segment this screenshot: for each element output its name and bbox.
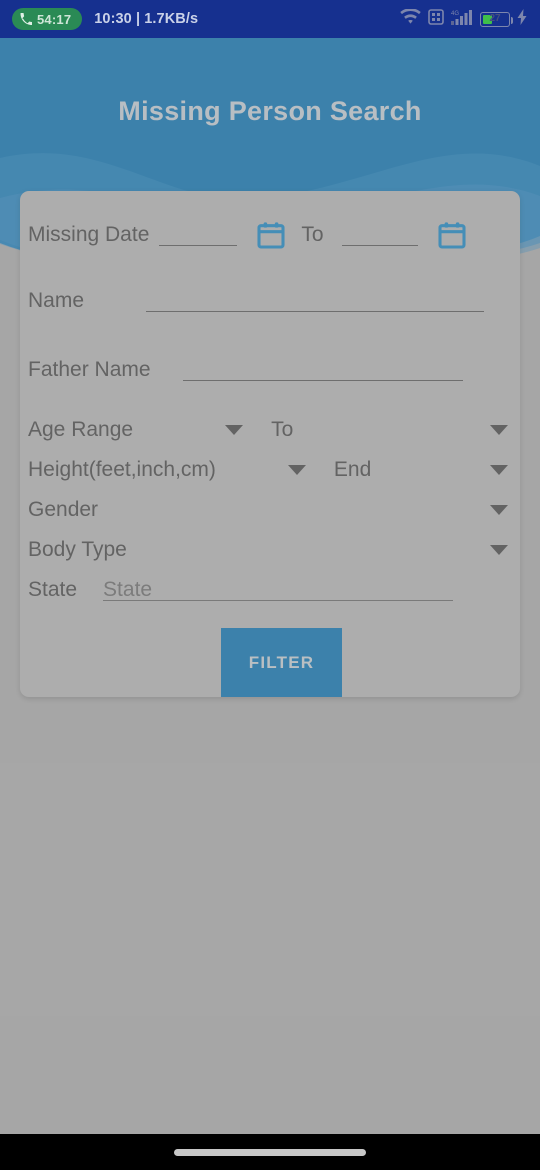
sim-card-icon [428, 8, 444, 30]
name-input[interactable] [146, 290, 485, 312]
status-bar: 54:17 10:30 | 1.7KB/s 4G 27 [0, 0, 540, 38]
chevron-down-icon[interactable] [490, 425, 508, 435]
missing-date-label: Missing Date [28, 223, 150, 246]
search-filter-card: Missing Date To Name Father Name Age Ran… [20, 191, 520, 697]
missing-date-to-input[interactable] [341, 224, 418, 246]
chevron-down-icon[interactable] [490, 465, 508, 475]
wifi-icon [400, 7, 421, 30]
state-input[interactable]: State [103, 577, 454, 601]
name-row: Name [20, 289, 520, 313]
age-range-row: Age Range To [20, 418, 520, 442]
father-name-label: Father Name [28, 358, 151, 381]
height-row: Height(feet,inch,cm) End [20, 458, 520, 482]
page-title: Missing Person Search [118, 96, 422, 126]
phone-icon [20, 13, 33, 26]
chevron-down-icon[interactable] [490, 545, 508, 555]
chevron-down-icon[interactable] [287, 465, 306, 475]
status-bar-icons: 4G 27 [400, 7, 528, 30]
battery-percent: 27 [489, 13, 501, 24]
home-indicator[interactable] [174, 1148, 366, 1156]
chevron-down-icon[interactable] [490, 505, 508, 515]
state-input-placeholder: State [103, 577, 153, 601]
age-to-label: To [271, 418, 294, 441]
gender-label: Gender [28, 498, 99, 521]
age-range-label: Age Range [28, 418, 134, 441]
missing-date-row: Missing Date To [20, 219, 520, 251]
filter-button[interactable]: FILTER [221, 628, 342, 697]
body-type-row[interactable]: Body Type [20, 538, 520, 562]
body-type-label: Body Type [28, 538, 127, 561]
system-navigation-bar [0, 1134, 540, 1170]
gender-row[interactable]: Gender [20, 498, 520, 522]
chevron-down-icon[interactable] [225, 425, 244, 435]
father-name-input[interactable] [182, 359, 463, 381]
call-timer: 54:17 [37, 11, 72, 27]
calendar-icon[interactable] [436, 219, 468, 251]
ongoing-call-pill[interactable]: 54:17 [12, 8, 83, 30]
calendar-icon[interactable] [255, 219, 287, 251]
date-to-label: To [301, 223, 324, 246]
clock-and-network-speed: 10:30 | 1.7KB/s [94, 11, 199, 27]
svg-text:4G: 4G [451, 11, 459, 17]
name-label: Name [28, 289, 85, 312]
signal-bars-icon: 4G [451, 9, 473, 30]
charging-bolt-icon [517, 8, 528, 30]
state-row: State State [20, 578, 520, 602]
father-name-row: Father Name [20, 358, 520, 382]
height-end-label: End [333, 458, 372, 481]
battery-icon: 27 [480, 11, 513, 27]
state-label: State [28, 578, 78, 601]
missing-date-from-input[interactable] [159, 224, 238, 246]
height-label: Height(feet,inch,cm) [28, 458, 216, 481]
